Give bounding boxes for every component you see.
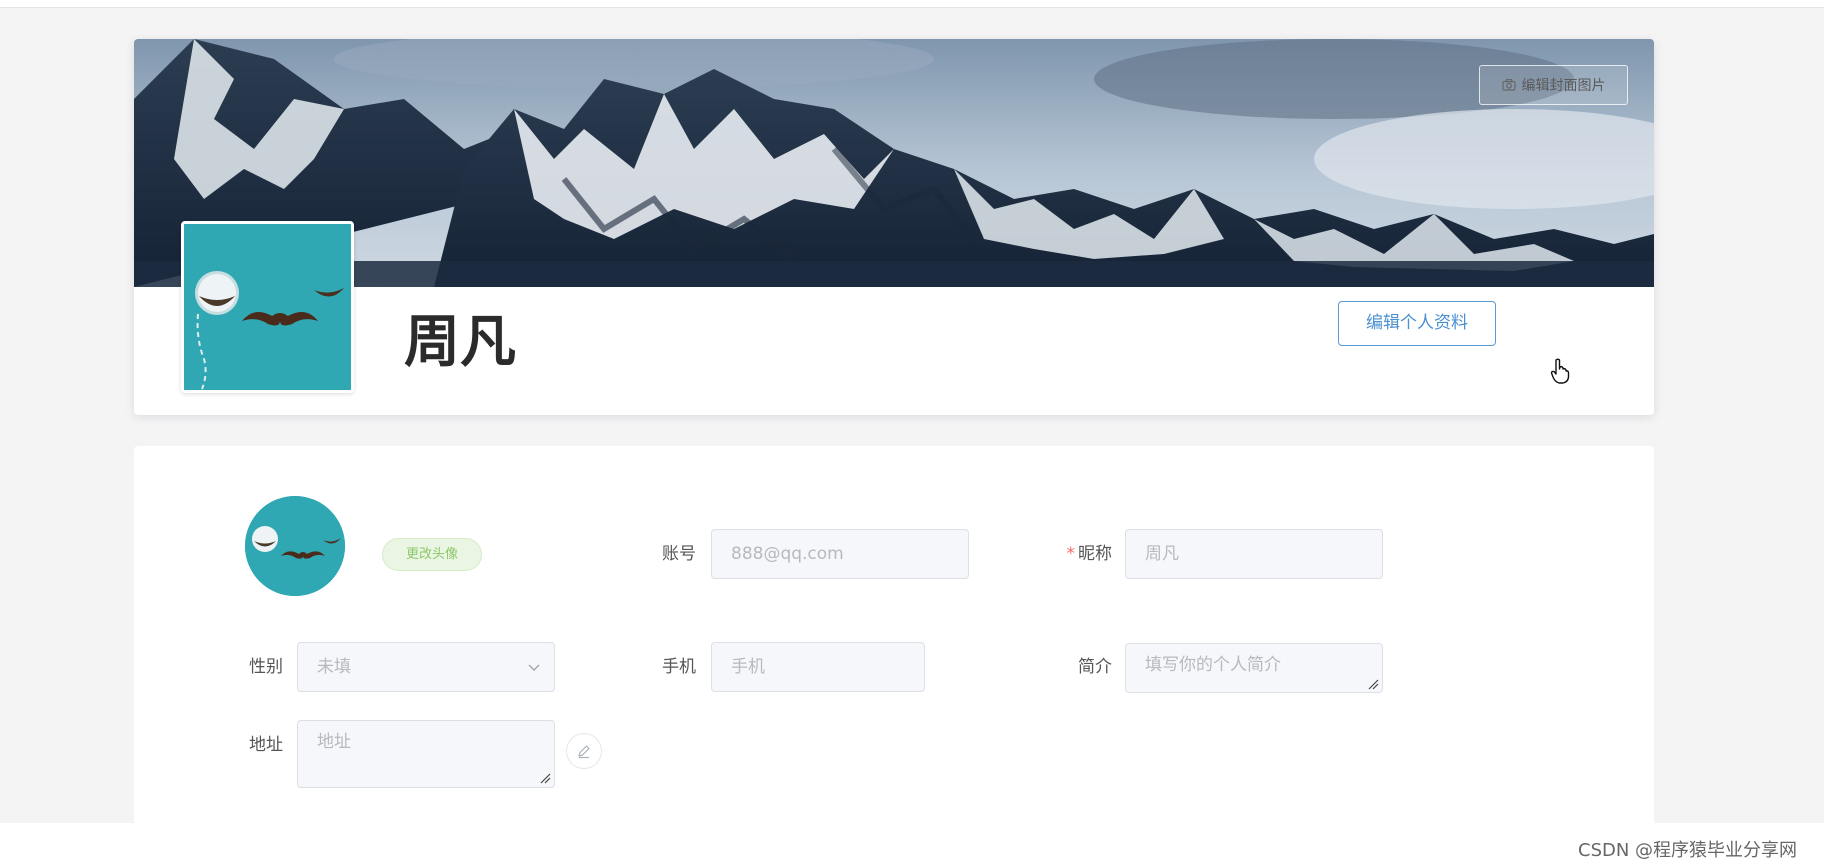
camera-icon [1501, 78, 1516, 91]
profile-header-card: 编辑封面图片 周凡 [134, 39, 1654, 415]
required-mark: * [1066, 544, 1076, 564]
account-label: 账号 [662, 544, 696, 564]
change-avatar-button[interactable]: 更改头像 [382, 538, 482, 571]
top-bar [0, 0, 1824, 8]
bio-label: 简介 [1078, 657, 1112, 677]
cursor-hand-icon [1550, 358, 1570, 384]
profile-avatar-small[interactable] [245, 496, 345, 596]
address-textarea[interactable] [297, 720, 555, 788]
resize-grip-icon[interactable] [539, 772, 551, 784]
chevron-down-icon [528, 664, 540, 671]
bio-textarea[interactable] [1125, 643, 1383, 693]
gender-select[interactable]: 未填 [297, 642, 555, 692]
phone-field[interactable] [711, 642, 925, 692]
resize-grip-icon[interactable] [1367, 678, 1379, 690]
cover-image: 编辑封面图片 [134, 39, 1654, 287]
address-label: 地址 [249, 735, 283, 755]
gender-selected-value: 未填 [297, 642, 555, 692]
edit-profile-button[interactable]: 编辑个人资料 [1338, 301, 1496, 346]
edit-cover-button[interactable]: 编辑封面图片 [1479, 65, 1628, 105]
profile-username: 周凡 [404, 310, 516, 375]
gender-label: 性别 [249, 657, 283, 677]
account-field[interactable] [711, 529, 969, 579]
phone-label: 手机 [662, 657, 696, 677]
address-edit-button[interactable] [566, 733, 602, 769]
nickname-label-text: 昵称 [1078, 544, 1112, 564]
edit-cover-label: 编辑封面图片 [1521, 78, 1606, 94]
nickname-field[interactable] [1125, 529, 1383, 579]
pencil-icon [578, 745, 590, 759]
watermark-text: CSDN @程序猿毕业分享网 [1578, 840, 1798, 861]
nickname-label: * 昵称 [1050, 529, 1113, 579]
profile-avatar-large[interactable] [181, 221, 354, 393]
